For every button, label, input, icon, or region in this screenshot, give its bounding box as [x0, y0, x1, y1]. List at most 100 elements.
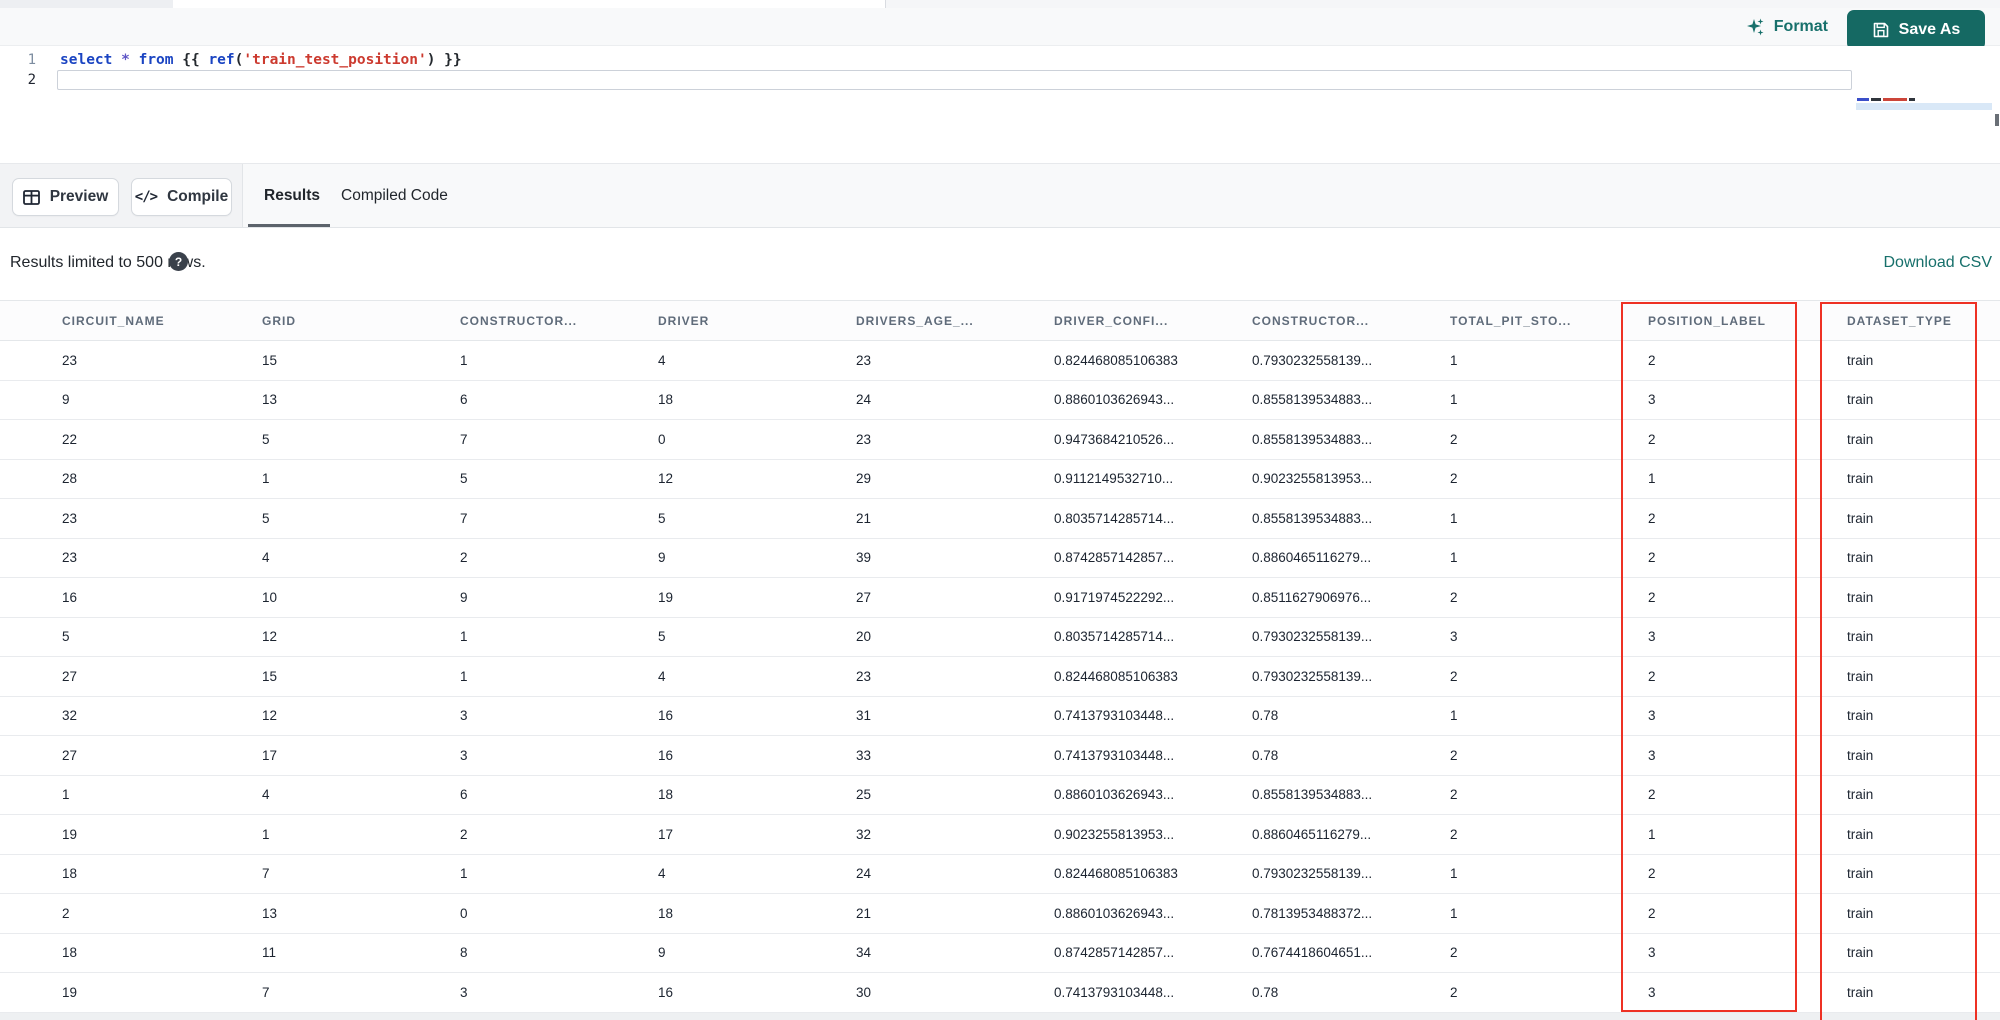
table-cell: 6 [460, 787, 468, 803]
table-cell: 0 [460, 905, 468, 921]
active-tab-underline [248, 224, 330, 227]
code-icon: </> [134, 189, 158, 205]
tab-strip-right-segment [886, 0, 2000, 8]
table-cell: 32 [62, 708, 78, 724]
table-cell: 19 [62, 984, 78, 1000]
table-cell: 31 [856, 708, 872, 724]
compile-button[interactable]: </> Compile [131, 178, 232, 216]
table-cell: 3 [1648, 984, 1656, 1000]
column-header: DRIVER_CONFI... [1054, 313, 1169, 328]
results-toolbar: Preview </> Compile Results Compiled Cod… [0, 163, 2000, 228]
table-cell: 0.824468085106383 [1054, 668, 1178, 684]
table-cell: 0.7813953488372... [1252, 905, 1373, 921]
code-token-function: ref [208, 52, 235, 68]
format-button[interactable]: Format [1746, 15, 1828, 39]
table-row: 32 12 3 16 31 0.7413793103448... 0.78 1 3 train [0, 696, 2000, 736]
table-cell: 7 [262, 866, 270, 882]
column-header: GRID [262, 313, 296, 328]
table-row: 23 4 2 9 39 0.8742857142857... 0.8860465116279… [0, 538, 2000, 578]
table-cell: train [1847, 945, 1874, 961]
table-cell: 0.7674418604651... [1252, 945, 1373, 961]
table-cell: 16 [658, 708, 674, 724]
table-cell: 1 [1450, 352, 1458, 368]
table-cell: 2 [460, 550, 468, 566]
table-cell: 1 [1648, 826, 1656, 842]
table-cell: 1 [460, 629, 468, 645]
table-cell: train [1847, 826, 1874, 842]
table-cell: 5 [658, 510, 666, 526]
save-as-button[interactable]: Save As [1847, 10, 1985, 50]
table-row: 18 7 1 4 24 0.824468085106383 0.7930232558139.… [0, 854, 2000, 894]
line-number: 2 [27, 72, 36, 88]
table-cell: 2 [1450, 984, 1458, 1000]
table-cell: 25 [856, 787, 872, 803]
table-cell: 1 [1450, 905, 1458, 921]
editor-scrollbar[interactable] [1995, 114, 1999, 126]
code-token-string: 'train_test_position' [243, 52, 427, 68]
table-row: 27 15 1 4 23 0.824468085106383 0.7930232558139… [0, 657, 2000, 697]
table-row: 19 7 3 16 30 0.7413793103448... 0.78 2 3 train [0, 973, 2000, 1013]
preview-button[interactable]: Preview [12, 178, 119, 216]
tab-compiled-code[interactable]: Compiled Code [341, 164, 448, 227]
code-area[interactable]: select * from {{ ref('train_test_positio… [60, 50, 1852, 90]
table-cell: 0.8742857142857... [1054, 945, 1175, 961]
table-cell: 0.9112149532710... [1054, 471, 1174, 487]
table-cell: 18 [658, 392, 674, 408]
table-cell: 9 [460, 589, 468, 605]
table-cell: 0.824468085106383 [1054, 866, 1178, 882]
table-cell: 9 [658, 550, 666, 566]
sql-editor[interactable]: 1 2 select * from {{ ref('train_test_pos… [0, 46, 2000, 209]
table-cell: 0.8860465116279... [1252, 826, 1372, 842]
table-cell: train [1847, 510, 1874, 526]
table-cell: 0.9023255813953... [1252, 471, 1373, 487]
table-cell: 18 [62, 866, 78, 882]
table-row: 27 17 3 16 33 0.7413793103448... 0.78 2 3 train [0, 736, 2000, 776]
table-cell: 17 [262, 747, 278, 763]
save-icon [1872, 21, 1890, 39]
table-cell: 0.7413793103448... [1054, 708, 1175, 724]
table-cell: 5 [62, 629, 70, 645]
table-cell: 21 [856, 510, 872, 526]
table-cell: 2 [1648, 787, 1656, 803]
table-cell: 0.78 [1252, 984, 1279, 1000]
table-cell: 9 [658, 945, 666, 961]
table-cell: 1 [262, 471, 270, 487]
table-cell: 1 [1450, 550, 1458, 566]
table-row: 1 4 6 18 25 0.8860103626943... 0.8558139534883… [0, 775, 2000, 815]
table-cell: 7 [262, 984, 270, 1000]
code-token-keyword: from [138, 52, 174, 68]
format-label: Format [1773, 18, 1828, 35]
table-cell: 23 [62, 550, 78, 566]
table-cell: train [1847, 708, 1874, 724]
minimap-code-line [1857, 98, 1917, 101]
table-cell: 39 [856, 550, 872, 566]
dbt-ide-window: Format Save As 1 2 select * from {{ ref(… [0, 0, 2000, 1020]
table-cell: 3 [1648, 945, 1656, 961]
help-icon[interactable]: ? [169, 252, 188, 271]
table-row: 5 12 1 5 20 0.8035714285714... 0.7930232558139… [0, 617, 2000, 657]
minimap-viewport [1856, 103, 1992, 110]
download-csv-link[interactable]: Download CSV [1884, 254, 1993, 272]
tab-results[interactable]: Results [264, 164, 320, 227]
table-cell: 5 [262, 510, 270, 526]
table-cell: 19 [62, 826, 78, 842]
table-cell: 0.8742857142857... [1054, 550, 1175, 566]
table-cell: 18 [658, 787, 674, 803]
table-cell: 33 [856, 747, 872, 763]
line-number-gutter: 1 2 [0, 50, 48, 90]
editor-header-bar: Format Save As [0, 8, 2000, 50]
table-cell: 1 [460, 668, 468, 684]
table-cell: 0.78 [1252, 747, 1279, 763]
table-cell: train [1847, 984, 1874, 1000]
table-cell: 2 [1648, 866, 1656, 882]
table-cell: 15 [262, 352, 278, 368]
table-row: 19 1 2 17 32 0.9023255813953... 0.886046511627… [0, 815, 2000, 855]
table-cell: 12 [262, 708, 278, 724]
code-token-keyword: select [60, 52, 113, 68]
table-cell: 8 [460, 945, 468, 961]
column-header: DATASET_TYPE [1847, 313, 1952, 328]
table-row: 28 1 5 12 29 0.9112149532710... 0.902325581395… [0, 459, 2000, 499]
table-cell: 7 [460, 510, 468, 526]
